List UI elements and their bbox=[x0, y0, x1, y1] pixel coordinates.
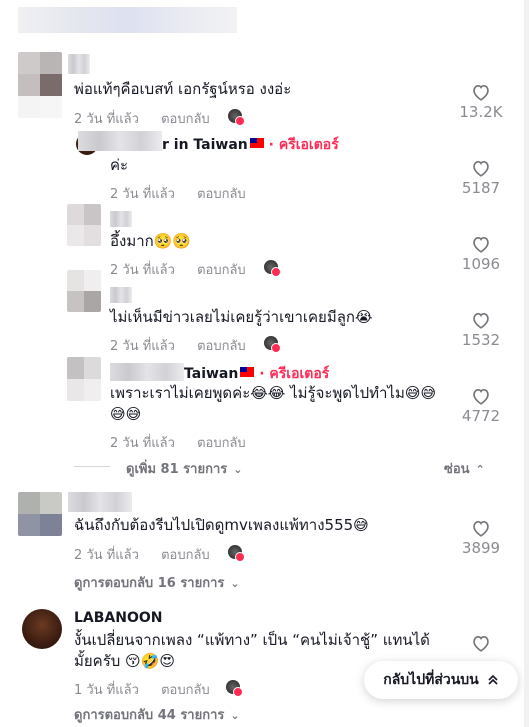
scrollbar[interactable] bbox=[524, 0, 529, 727]
like-count: 5187 bbox=[461, 179, 501, 197]
comment-meta: 2 วัน ที่แล้ว ตอบกลับ bbox=[110, 259, 246, 280]
creator-liked-avatar bbox=[264, 336, 281, 353]
creator-badge: · ครีเอเตอร์ bbox=[259, 366, 330, 382]
like-button[interactable]: 4772 bbox=[451, 387, 511, 425]
comment-meta: 2 วัน ที่แล้ว ตอบกลับ bbox=[74, 544, 210, 565]
like-count: 1532 bbox=[461, 331, 501, 349]
avatar[interactable] bbox=[18, 52, 62, 118]
comment-time: 2 วัน ที่แล้ว bbox=[110, 187, 175, 202]
reply-button[interactable]: ตอบกลับ bbox=[161, 112, 210, 127]
chevron-down-icon: ⌄ bbox=[230, 577, 240, 590]
like-button[interactable]: 13.2K bbox=[451, 83, 511, 121]
reply-username[interactable]: r in Taiwan · ครีเอเตอร์ bbox=[162, 134, 339, 156]
creator-liked-avatar bbox=[228, 109, 245, 126]
comment-meta: 2 วัน ที่แล้ว ตอบกลับ bbox=[110, 432, 246, 453]
heart-icon bbox=[473, 521, 489, 537]
like-count: 13.2K bbox=[459, 103, 503, 121]
comment-meta: 1 วัน ที่แล้ว ตอบกลับ bbox=[74, 679, 210, 700]
blurred-header bbox=[18, 7, 237, 33]
taiwan-flag-icon bbox=[249, 138, 264, 148]
comment-time: 1 วัน ที่แล้ว bbox=[74, 683, 139, 698]
comment-time: 2 วัน ที่แล้ว bbox=[110, 339, 175, 354]
reply-button[interactable]: ตอบกลับ bbox=[161, 683, 210, 698]
username-blurred[interactable] bbox=[110, 211, 132, 227]
comment-text-line2: มั้ยครับ 😚🤣😍 bbox=[74, 652, 176, 670]
comment-text: ฉันถึงกับต้องรีบไปเปิดดูmvเพลงแพ้ทาง555😅 bbox=[74, 516, 369, 534]
comment-time: 2 วัน ที่แล้ว bbox=[74, 112, 139, 127]
comment-time: 2 วัน ที่แล้ว bbox=[74, 548, 139, 563]
avatar[interactable] bbox=[67, 357, 101, 401]
comment-meta: 2 วัน ที่แล้ว ตอบกลับ bbox=[110, 183, 246, 204]
taiwan-flag-icon bbox=[240, 367, 255, 377]
comment-meta: 2 วัน ที่แล้ว ตอบกลับ bbox=[110, 335, 246, 356]
chevron-up-icon: ⌃ bbox=[475, 463, 485, 476]
reply-button[interactable]: ตอบกลับ bbox=[197, 339, 246, 354]
view-replies-button[interactable]: ดูการตอบกลับ 16 รายการ ⌄ bbox=[74, 572, 240, 593]
comment-text: เพราะเราไม่เคยพูดค่ะ😂😂 ไม่รู้จะพูดไปทำไม… bbox=[110, 384, 437, 402]
like-count: 1096 bbox=[461, 255, 501, 273]
creator-liked-avatar bbox=[228, 545, 245, 562]
creator-liked-avatar bbox=[264, 260, 281, 277]
double-chevron-up-icon bbox=[488, 674, 498, 685]
like-button[interactable]: 3899 bbox=[451, 519, 511, 557]
like-button[interactable]: 5187 bbox=[451, 159, 511, 197]
comment-text: ค่ะ bbox=[110, 156, 129, 174]
comment-text: ไม่เห็นมีข่าวเลยไม่เคยรู้ว่าเขาเคยมีลูก😭 bbox=[110, 308, 373, 326]
avatar[interactable] bbox=[22, 609, 62, 649]
hide-replies-button[interactable]: ซ่อน ⌃ bbox=[444, 458, 485, 479]
comment-time: 2 วัน ที่แล้ว bbox=[110, 263, 175, 278]
creator-badge: · ครีเอเตอร์ bbox=[268, 137, 339, 153]
heart-icon bbox=[473, 636, 489, 652]
creator-liked-avatar bbox=[226, 680, 243, 697]
heart-icon bbox=[473, 237, 489, 253]
chevron-down-icon: ⌄ bbox=[233, 463, 243, 476]
heart-icon bbox=[473, 389, 489, 405]
avatar[interactable] bbox=[67, 270, 101, 312]
reply-button[interactable]: ตอบกลับ bbox=[197, 436, 246, 451]
back-to-top-button[interactable]: กลับไปที่ส่วนบน bbox=[364, 661, 518, 699]
username-blurred[interactable] bbox=[110, 287, 132, 303]
like-button[interactable]: 1096 bbox=[451, 235, 511, 273]
comment-time: 2 วัน ที่แล้ว bbox=[110, 436, 175, 451]
view-more-replies-button[interactable]: ดูเพิ่ม 81 รายการ ⌄ bbox=[126, 458, 242, 479]
username-blurred[interactable] bbox=[110, 363, 184, 381]
reply-button[interactable]: ตอบกลับ bbox=[161, 548, 210, 563]
username-blurred[interactable] bbox=[78, 131, 162, 151]
heart-icon bbox=[473, 85, 489, 101]
divider bbox=[74, 466, 110, 467]
like-button[interactable]: 1532 bbox=[451, 311, 511, 349]
username-blurred[interactable] bbox=[68, 492, 132, 512]
avatar[interactable] bbox=[18, 492, 62, 536]
like-count: 4772 bbox=[461, 407, 501, 425]
reply-button[interactable]: ตอบกลับ bbox=[197, 187, 246, 202]
heart-icon bbox=[473, 313, 489, 329]
view-replies-button[interactable]: ดูการตอบกลับ 44 รายการ ⌄ bbox=[74, 704, 240, 725]
like-count: 3899 bbox=[461, 539, 501, 557]
comment-meta: 2 วัน ที่แล้ว ตอบกลับ bbox=[74, 108, 210, 129]
comment-text: งั้นเปลี่ยนจากเพลง “แพ้ทาง” เป็น “คนไม่เ… bbox=[74, 631, 430, 649]
username-blurred[interactable] bbox=[68, 54, 90, 74]
avatar[interactable] bbox=[67, 204, 101, 246]
comment-username[interactable]: LABANOON bbox=[74, 610, 163, 626]
comment-text: พ่อแท้ๆคือเบสท์ เอกรัฐน์หรอ งงอ่ะ bbox=[74, 80, 292, 98]
reply-button[interactable]: ตอบกลับ bbox=[197, 263, 246, 278]
comment-text: อึ้งมาก🥺🥺 bbox=[110, 232, 192, 250]
like-button[interactable] bbox=[451, 634, 511, 652]
reply-username[interactable]: Taiwan · ครีเอเตอร์ bbox=[184, 363, 329, 385]
heart-icon bbox=[473, 161, 489, 177]
chevron-down-icon: ⌄ bbox=[230, 709, 240, 722]
comment-text-line2: 😅😅 bbox=[110, 405, 142, 423]
